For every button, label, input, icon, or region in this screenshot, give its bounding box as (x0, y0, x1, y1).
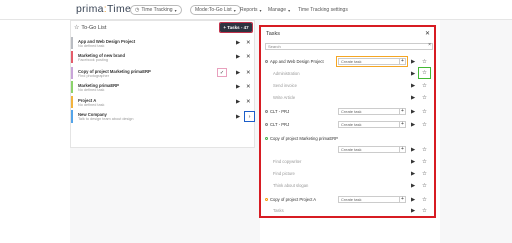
play-icon[interactable]: ▶ (411, 122, 415, 128)
close-icon[interactable]: ✕ (246, 84, 251, 90)
play-icon[interactable]: ▶ (236, 40, 240, 46)
star-icon[interactable]: ☆ (422, 208, 427, 214)
star-icon[interactable]: ☆ (422, 147, 427, 153)
task-item[interactable]: Tasks (273, 208, 284, 213)
play-icon[interactable]: ▶ (411, 183, 415, 189)
project-color-dot (265, 60, 268, 64)
to-go-list-item[interactable]: New Company Talk to design team about de… (71, 110, 255, 123)
task-item[interactable]: Write Article (273, 95, 295, 100)
to-go-list-title: ☆ To-Go List (74, 24, 107, 32)
task-item[interactable]: Find copywriter (273, 159, 301, 164)
project-color-dot (265, 137, 268, 141)
create-task-input[interactable]: Create task + (338, 146, 406, 153)
clock-icon: ◷ (135, 7, 140, 13)
page-background-right (440, 20, 512, 243)
project-row: CLT - PRJ (265, 109, 289, 114)
star-icon[interactable]: ☆ (74, 24, 79, 31)
top-bar: prima:Time ◷ Time Tracking ▾ Mode:To-Go Li… (0, 0, 512, 20)
star-icon[interactable]: ☆ (422, 159, 427, 165)
play-icon[interactable]: ▶ (236, 99, 240, 105)
close-icon[interactable]: ✕ (246, 70, 251, 76)
project-row: App and Web Design Project (265, 59, 324, 64)
star-icon[interactable]: ☆ (422, 59, 427, 65)
play-icon[interactable]: ▶ (236, 114, 240, 120)
project-color-dot (265, 198, 268, 202)
task-item[interactable]: Administration (273, 71, 300, 76)
to-go-list-item[interactable]: Marketing primaERP No defined task ▶ ✕ (71, 81, 254, 93)
project-color-dot (265, 123, 268, 127)
nav-mode[interactable]: Mode:To-Go List ▾ (190, 5, 241, 15)
to-go-list-item[interactable]: Marketing of new brand Facebook posting … (71, 51, 254, 63)
app-logo[interactable]: prima:Time (76, 3, 131, 15)
task-item[interactable]: Find picture (273, 171, 295, 176)
close-icon[interactable]: ✕ (246, 99, 251, 105)
chevron-down-icon: ▾ (233, 7, 236, 13)
create-task-input[interactable]: Create task + (338, 196, 406, 203)
play-icon[interactable]: ▶ (411, 95, 415, 101)
close-icon[interactable]: ✕ (246, 40, 251, 46)
create-task-input[interactable]: Create task + (338, 121, 406, 128)
create-task-input[interactable]: Create task + (336, 56, 408, 67)
check-icon[interactable]: ✓ (217, 68, 227, 77)
close-icon[interactable]: ✕ (425, 30, 430, 37)
play-icon[interactable]: ▶ (236, 84, 240, 90)
star-icon[interactable]: ☆ (422, 183, 427, 189)
play-icon[interactable]: ▶ (411, 197, 415, 203)
play-icon[interactable]: ▶ (411, 171, 415, 177)
nav-reports[interactable]: Reports ▾ (240, 5, 262, 15)
close-icon[interactable]: ✕ (246, 54, 251, 60)
tasks-panel: Tasks ✕ Search × App and Web Design Proj… (259, 25, 436, 218)
plus-icon[interactable]: + (399, 196, 405, 202)
star-icon[interactable]: ☆ (422, 95, 427, 101)
plus-icon[interactable]: + (399, 108, 405, 114)
arrow-right-icon[interactable]: › (244, 111, 255, 122)
play-icon[interactable]: ▶ (411, 147, 415, 153)
task-item[interactable]: Think about slogan (273, 183, 308, 188)
star-icon[interactable]: ☆ (422, 197, 427, 203)
play-icon[interactable]: ▶ (411, 71, 415, 77)
star-icon[interactable]: ☆ (422, 122, 427, 128)
nav-manage[interactable]: Manage ▾ (268, 5, 290, 15)
play-icon[interactable]: ▶ (411, 59, 415, 65)
to-go-list-item[interactable]: Project A No defined task ▶ ✕ (71, 96, 254, 108)
nav-time-tracking[interactable]: ◷ Time Tracking ▾ (130, 5, 182, 15)
play-icon[interactable]: ▶ (236, 54, 240, 60)
to-go-list-item[interactable]: Copy of project Marketing primaERP Find … (71, 67, 254, 79)
play-icon[interactable]: ▶ (236, 70, 240, 76)
play-icon[interactable]: ▶ (411, 159, 415, 165)
create-task-input[interactable]: Create task + (338, 108, 406, 115)
search-input[interactable]: Search × (265, 43, 433, 50)
star-icon[interactable]: ☆ (418, 67, 431, 79)
plus-icon[interactable]: + (399, 58, 405, 64)
play-icon[interactable]: ▶ (411, 208, 415, 214)
tasks-panel-title: Tasks (266, 31, 281, 37)
clear-search-icon[interactable]: × (428, 43, 431, 48)
star-icon[interactable]: ☆ (422, 83, 427, 89)
play-icon[interactable]: ▶ (411, 109, 415, 115)
to-go-list-panel: ☆ To-Go List + Tasks - 47 App and Web De… (70, 20, 255, 148)
project-row: Copy of project Marketing primaERP (265, 136, 338, 141)
plus-icon[interactable]: + (399, 121, 405, 127)
project-row: CLT - PRJ (265, 122, 289, 127)
play-icon[interactable]: ▶ (411, 83, 415, 89)
chevron-down-icon: ▾ (259, 7, 262, 13)
nav-settings[interactable]: Time Tracking settings (298, 5, 348, 15)
add-tasks-button[interactable]: + Tasks - 47 (218, 21, 254, 34)
project-row: Copy of project Project A (265, 197, 316, 202)
task-item[interactable]: Send invoice (273, 83, 297, 88)
to-go-list-item[interactable]: App and Web Design Project No defined ta… (71, 37, 254, 49)
chevron-down-icon: ▾ (288, 7, 291, 13)
star-icon[interactable]: ☆ (422, 171, 427, 177)
project-color-dot (265, 110, 268, 114)
chevron-down-icon: ▾ (174, 7, 177, 13)
plus-icon[interactable]: + (399, 146, 405, 152)
star-icon[interactable]: ☆ (422, 109, 427, 115)
